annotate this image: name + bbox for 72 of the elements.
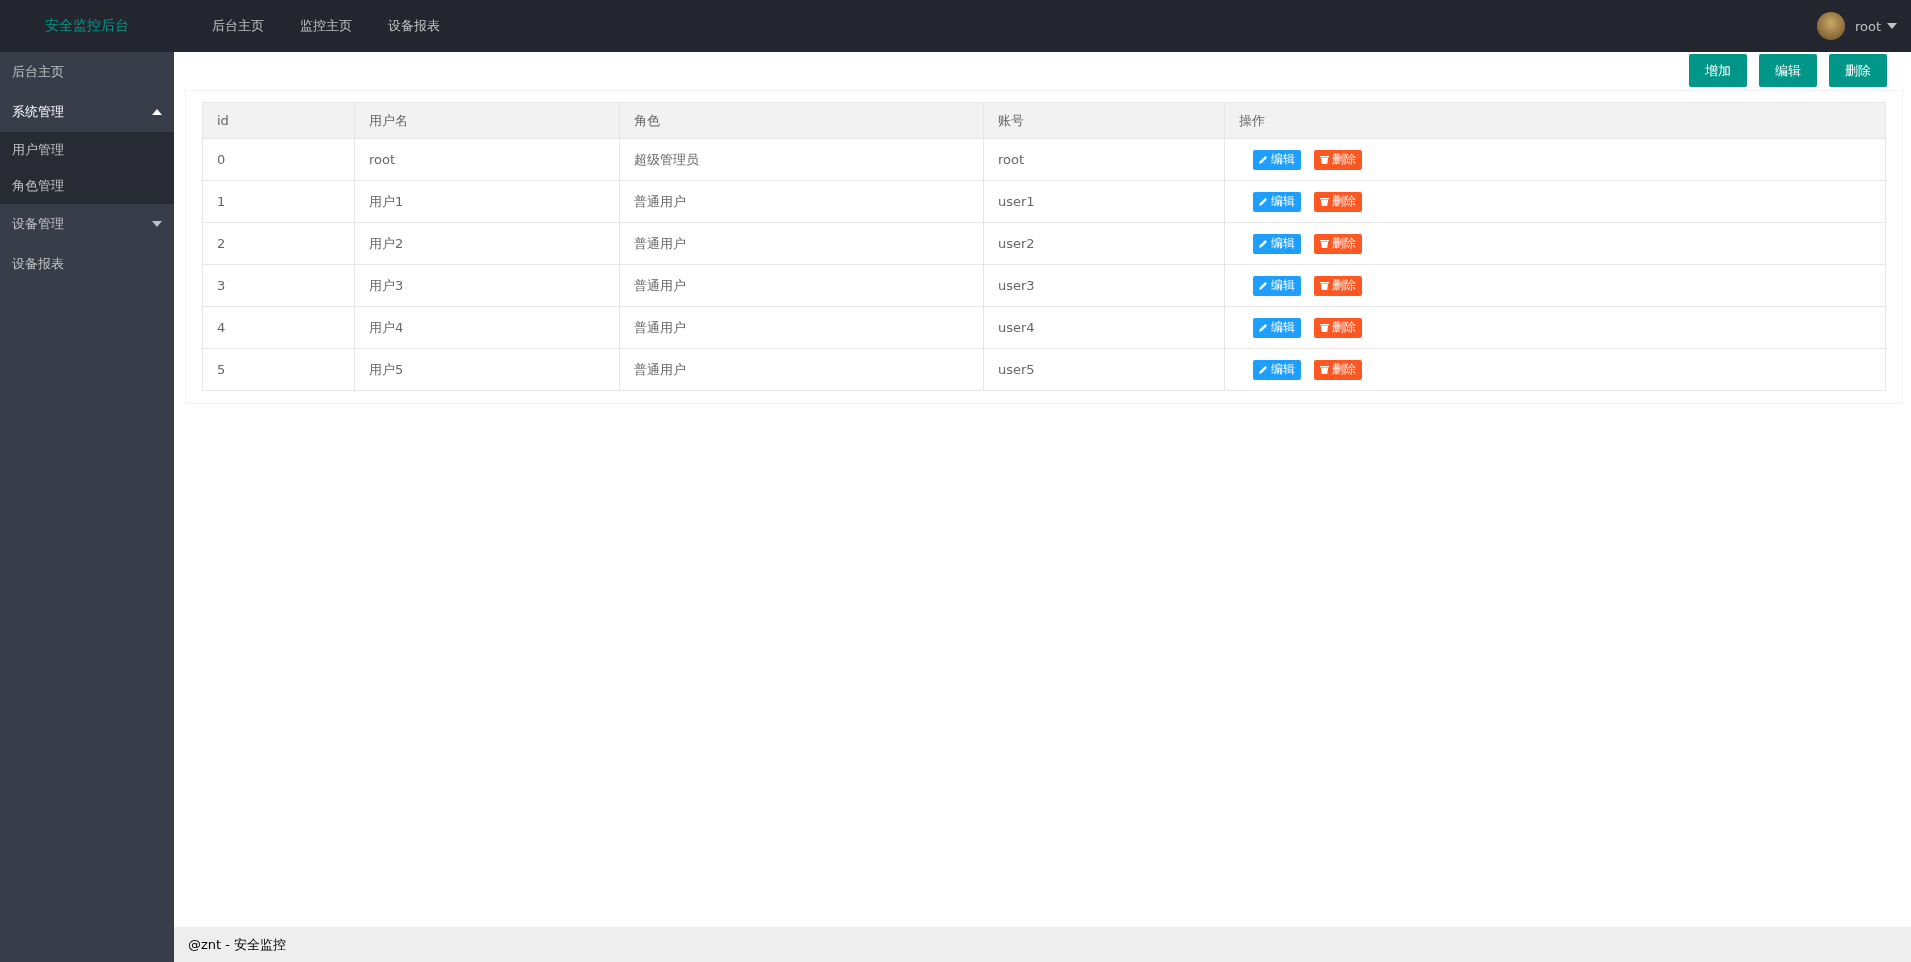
- user-menu[interactable]: root: [1854, 18, 1897, 34]
- table-cell: 用户4: [354, 306, 620, 349]
- delete-button[interactable]: 删除: [1314, 233, 1362, 254]
- column-header: id: [202, 102, 355, 139]
- table-cell: 3: [202, 264, 355, 307]
- delete-button[interactable]: 删除: [1314, 191, 1362, 212]
- table-cell: root: [983, 138, 1225, 181]
- caret-icon: [152, 221, 162, 227]
- delete-button[interactable]: 删除: [1314, 317, 1362, 338]
- sidebar-item[interactable]: 系统管理: [0, 92, 174, 132]
- nav-link[interactable]: 后台主页: [194, 0, 282, 52]
- edit-button[interactable]: 编辑: [1253, 233, 1301, 254]
- edit-button[interactable]: 编辑: [1253, 149, 1301, 170]
- trash-icon: [1320, 281, 1329, 290]
- pencil-icon: [1259, 239, 1268, 248]
- trash-icon: [1320, 239, 1329, 248]
- delete-button[interactable]: 删除: [1314, 275, 1362, 296]
- edit-button[interactable]: 编辑: [1253, 359, 1301, 380]
- column-header: 账号: [983, 102, 1225, 139]
- table-cell: user4: [983, 306, 1225, 349]
- table-cell: 用户5: [354, 348, 620, 391]
- app-logo-title: 安全监控后台: [44, 17, 130, 35]
- table-cell: 普通用户: [619, 180, 984, 223]
- table-cell: 普通用户: [619, 264, 984, 307]
- pencil-icon: [1259, 323, 1268, 332]
- pencil-icon: [1259, 281, 1268, 290]
- table-cell: 普通用户: [619, 306, 984, 349]
- table-cell: 1: [202, 180, 355, 223]
- sidebar-subitem[interactable]: 角色管理: [0, 168, 174, 204]
- table-cell: user3: [983, 264, 1225, 307]
- table-cell: 用户1: [354, 180, 620, 223]
- table-cell: 超级管理员: [619, 138, 984, 181]
- table-cell: 普通用户: [619, 222, 984, 265]
- avatar-icon[interactable]: [1816, 12, 1845, 40]
- footer-text: @znt - 安全监控: [188, 935, 287, 954]
- edit-button[interactable]: 编辑: [1253, 275, 1301, 296]
- table-cell: 用户2: [354, 222, 620, 265]
- table-cell: 2: [202, 222, 355, 265]
- column-header: 用户名: [354, 102, 620, 139]
- toolbar-button[interactable]: 增加: [1689, 54, 1747, 87]
- table-cell: user2: [983, 222, 1225, 265]
- sidebar-item[interactable]: 设备报表: [0, 244, 174, 284]
- pencil-icon: [1259, 365, 1268, 374]
- table-cell: 普通用户: [619, 348, 984, 391]
- column-header: 角色: [619, 102, 984, 139]
- delete-button[interactable]: 删除: [1314, 359, 1362, 380]
- table-cell: 4: [202, 306, 355, 349]
- trash-icon: [1320, 323, 1329, 332]
- table-cell: 0: [202, 138, 355, 181]
- pencil-icon: [1259, 197, 1268, 206]
- trash-icon: [1320, 197, 1329, 206]
- nav-link[interactable]: 监控主页: [282, 0, 370, 52]
- edit-button[interactable]: 编辑: [1253, 317, 1301, 338]
- caret-icon: [152, 109, 162, 115]
- toolbar-button[interactable]: 编辑: [1759, 54, 1817, 87]
- delete-button[interactable]: 删除: [1314, 149, 1362, 170]
- nav-link[interactable]: 设备报表: [370, 0, 458, 52]
- table-cell: user1: [983, 180, 1225, 223]
- column-header: 操作: [1224, 102, 1886, 139]
- sidebar-item[interactable]: 后台主页: [0, 52, 174, 92]
- trash-icon: [1320, 155, 1329, 164]
- sidebar-subitem[interactable]: 用户管理: [0, 132, 174, 168]
- sidebar-item[interactable]: 设备管理: [0, 204, 174, 244]
- pencil-icon: [1259, 155, 1268, 164]
- trash-icon: [1320, 365, 1329, 374]
- edit-button[interactable]: 编辑: [1253, 191, 1301, 212]
- caret-icon: [1887, 23, 1897, 29]
- table-cell: 用户3: [354, 264, 620, 307]
- table-cell: user5: [983, 348, 1225, 391]
- toolbar-button[interactable]: 删除: [1829, 54, 1887, 87]
- table-cell: 5: [202, 348, 355, 391]
- table-cell: root: [354, 138, 620, 181]
